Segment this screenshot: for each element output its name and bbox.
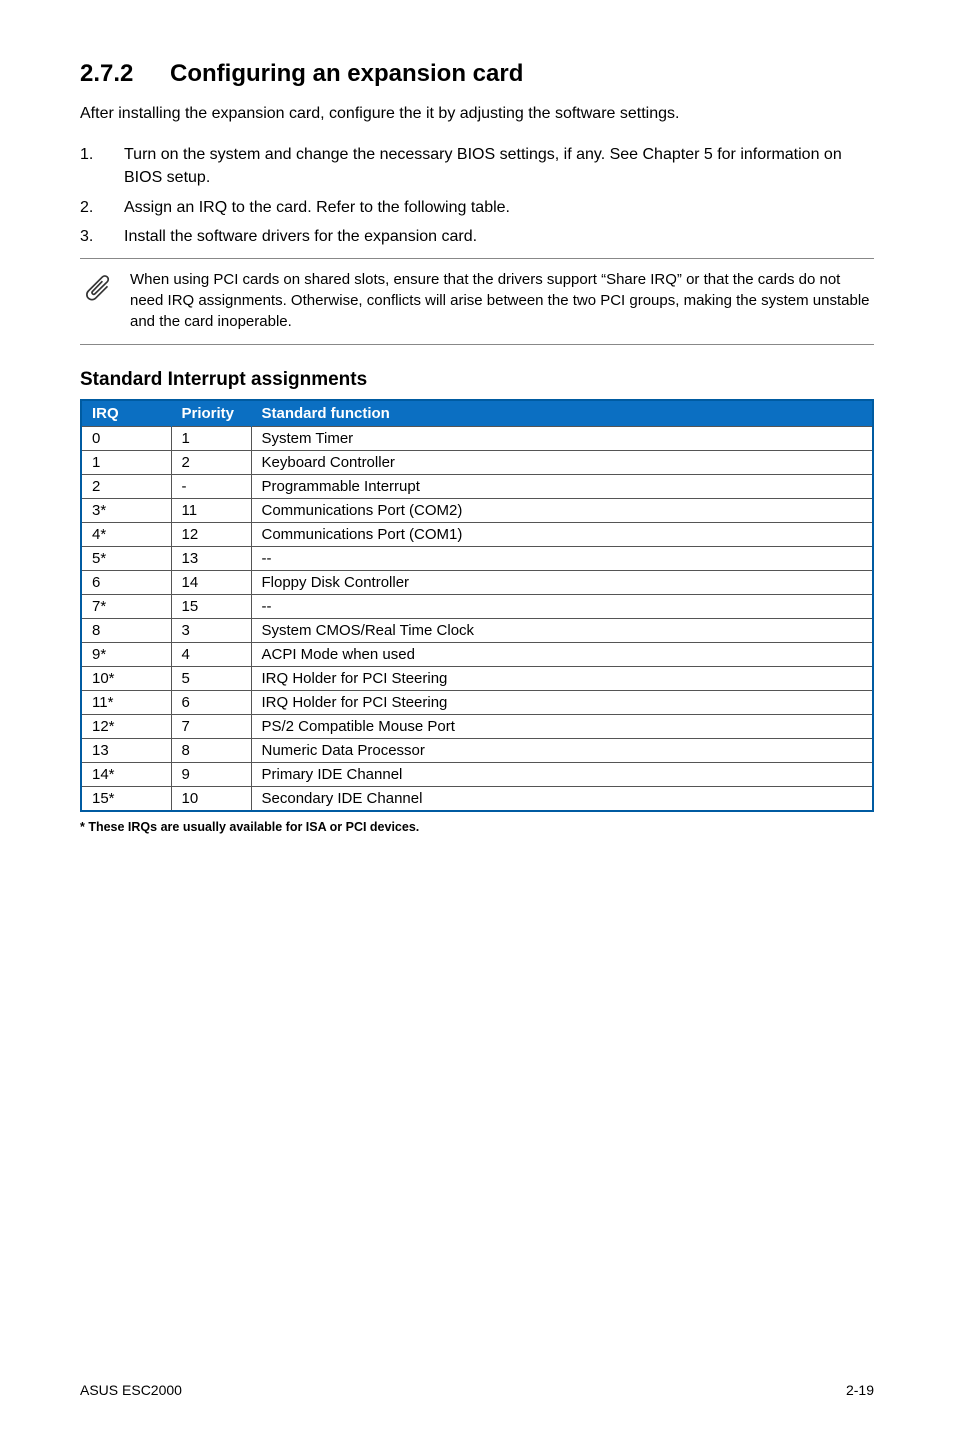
cell-priority: 13 (171, 546, 251, 570)
cell-priority: 15 (171, 594, 251, 618)
cell-function: Keyboard Controller (251, 450, 873, 474)
cell-priority: 1 (171, 426, 251, 450)
footer-left: ASUS ESC2000 (80, 1382, 182, 1398)
cell-irq: 13 (81, 738, 171, 762)
step-text: Turn on the system and change the necess… (124, 143, 874, 189)
cell-irq: 1 (81, 450, 171, 474)
section-title-text: Configuring an expansion card (170, 60, 523, 87)
cell-priority: 4 (171, 642, 251, 666)
table-row: 9*4ACPI Mode when used (81, 642, 873, 666)
cell-irq: 0 (81, 426, 171, 450)
table-row: 12Keyboard Controller (81, 450, 873, 474)
table-row: 14*9Primary IDE Channel (81, 762, 873, 786)
table-row: 10*5IRQ Holder for PCI Steering (81, 666, 873, 690)
table-row: 83System CMOS/Real Time Clock (81, 618, 873, 642)
cell-function: IRQ Holder for PCI Steering (251, 666, 873, 690)
intro-paragraph: After installing the expansion card, con… (80, 102, 874, 125)
irq-table: IRQ Priority Standard function 01System … (80, 399, 874, 812)
table-row: 4*12Communications Port (COM1) (81, 522, 873, 546)
table-row: 7*15-- (81, 594, 873, 618)
cell-priority: 8 (171, 738, 251, 762)
cell-irq: 5* (81, 546, 171, 570)
paperclip-icon (80, 269, 124, 310)
cell-irq: 15* (81, 786, 171, 811)
header-function: Standard function (251, 400, 873, 427)
table-row: 3*11Communications Port (COM2) (81, 498, 873, 522)
cell-priority: 2 (171, 450, 251, 474)
cell-priority: - (171, 474, 251, 498)
note-text: When using PCI cards on shared slots, en… (124, 269, 874, 332)
section-heading: 2.7.2Configuring an expansion card (80, 60, 874, 88)
table-row: 138Numeric Data Processor (81, 738, 873, 762)
cell-irq: 12* (81, 714, 171, 738)
page-footer: ASUS ESC2000 2-19 (80, 1352, 874, 1398)
footer-right: 2-19 (846, 1382, 874, 1398)
cell-function: System Timer (251, 426, 873, 450)
cell-priority: 6 (171, 690, 251, 714)
table-header-row: IRQ Priority Standard function (81, 400, 873, 427)
table-footnote: * These IRQs are usually available for I… (80, 820, 874, 834)
cell-function: Primary IDE Channel (251, 762, 873, 786)
cell-irq: 7* (81, 594, 171, 618)
table-row: 5*13-- (81, 546, 873, 570)
step-marker: 3. (80, 225, 124, 248)
cell-function: Numeric Data Processor (251, 738, 873, 762)
step-marker: 2. (80, 196, 124, 219)
cell-function: Communications Port (COM1) (251, 522, 873, 546)
cell-function: PS/2 Compatible Mouse Port (251, 714, 873, 738)
cell-priority: 9 (171, 762, 251, 786)
cell-priority: 14 (171, 570, 251, 594)
cell-priority: 12 (171, 522, 251, 546)
cell-irq: 10* (81, 666, 171, 690)
cell-priority: 11 (171, 498, 251, 522)
section-number: 2.7.2 (80, 60, 170, 88)
table-row: 11*6IRQ Holder for PCI Steering (81, 690, 873, 714)
cell-function: Programmable Interrupt (251, 474, 873, 498)
cell-function: Floppy Disk Controller (251, 570, 873, 594)
cell-irq: 14* (81, 762, 171, 786)
table-row: 614Floppy Disk Controller (81, 570, 873, 594)
cell-function: Secondary IDE Channel (251, 786, 873, 811)
cell-function: IRQ Holder for PCI Steering (251, 690, 873, 714)
cell-irq: 9* (81, 642, 171, 666)
cell-irq: 2 (81, 474, 171, 498)
cell-irq: 8 (81, 618, 171, 642)
header-irq: IRQ (81, 400, 171, 427)
header-priority: Priority (171, 400, 251, 427)
step-text: Install the software drivers for the exp… (124, 225, 874, 248)
table-row: 12*7PS/2 Compatible Mouse Port (81, 714, 873, 738)
table-title: Standard Interrupt assignments (80, 369, 874, 391)
cell-irq: 3* (81, 498, 171, 522)
cell-function: -- (251, 546, 873, 570)
cell-irq: 6 (81, 570, 171, 594)
cell-priority: 10 (171, 786, 251, 811)
steps-list: 1.Turn on the system and change the nece… (80, 143, 874, 248)
cell-function: System CMOS/Real Time Clock (251, 618, 873, 642)
list-item: 1.Turn on the system and change the nece… (80, 143, 874, 189)
list-item: 2.Assign an IRQ to the card. Refer to th… (80, 196, 874, 219)
cell-function: ACPI Mode when used (251, 642, 873, 666)
table-row: 2-Programmable Interrupt (81, 474, 873, 498)
step-text: Assign an IRQ to the card. Refer to the … (124, 196, 874, 219)
note-callout: When using PCI cards on shared slots, en… (80, 258, 874, 345)
step-marker: 1. (80, 143, 124, 189)
cell-function: -- (251, 594, 873, 618)
cell-irq: 11* (81, 690, 171, 714)
cell-priority: 5 (171, 666, 251, 690)
table-row: 15*10Secondary IDE Channel (81, 786, 873, 811)
table-row: 01System Timer (81, 426, 873, 450)
cell-priority: 7 (171, 714, 251, 738)
list-item: 3.Install the software drivers for the e… (80, 225, 874, 248)
cell-function: Communications Port (COM2) (251, 498, 873, 522)
cell-irq: 4* (81, 522, 171, 546)
cell-priority: 3 (171, 618, 251, 642)
